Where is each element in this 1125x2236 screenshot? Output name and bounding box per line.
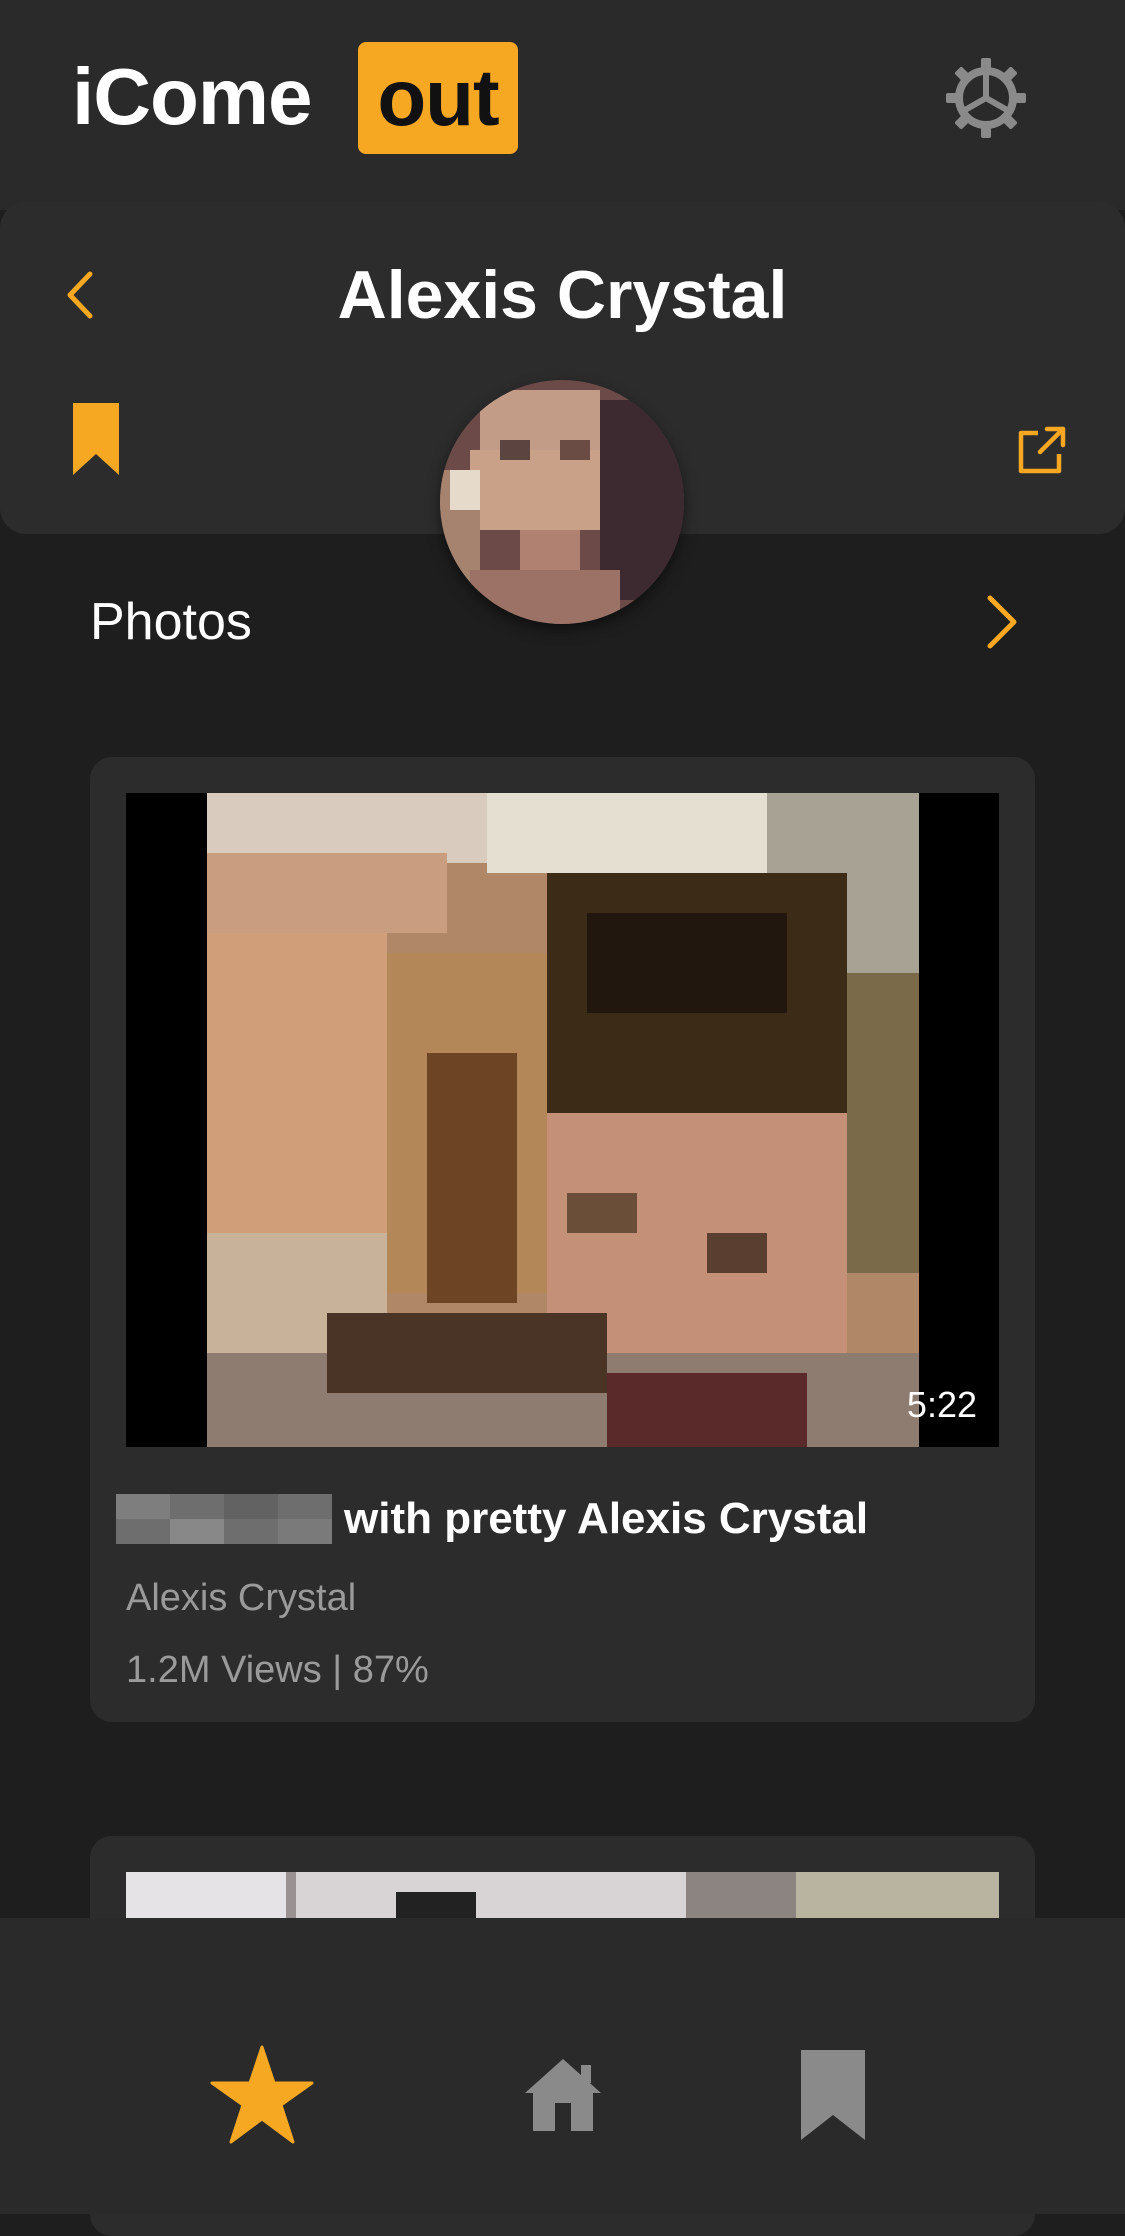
censor-bar bbox=[116, 1494, 332, 1544]
external-link-icon bbox=[1018, 426, 1066, 474]
profile-name: Alexis Crystal bbox=[337, 257, 788, 333]
video-thumbnail[interactable]: 5:22 bbox=[126, 793, 999, 1447]
video-title: with pretty Alexis Crystal bbox=[344, 1494, 869, 1543]
logo-badge: out bbox=[358, 42, 518, 154]
video-performer[interactable]: Alexis Crystal bbox=[126, 1573, 356, 1623]
share-button[interactable] bbox=[1016, 424, 1068, 476]
nav-favorites-button[interactable] bbox=[207, 2040, 317, 2150]
chevron-right-icon bbox=[987, 595, 1017, 649]
avatar bbox=[440, 380, 684, 624]
video-duration: 5:22 bbox=[906, 1384, 977, 1425]
thumbnail-image bbox=[207, 793, 919, 1447]
section-more-button[interactable] bbox=[982, 592, 1022, 652]
home-icon bbox=[525, 2059, 601, 2131]
video-stats: 1.2M Views | 87% bbox=[126, 1649, 429, 1691]
bookmark-icon bbox=[801, 2050, 865, 2140]
section-title[interactable]: Photos bbox=[90, 590, 252, 654]
star-icon bbox=[210, 2045, 314, 2144]
top-bar: iCome out bbox=[0, 0, 1125, 210]
nav-bookmarks-button[interactable] bbox=[778, 2040, 888, 2150]
video-card[interactable]: 5:22 with pretty Alexis Crystal Alexis C… bbox=[90, 757, 1035, 1722]
gear-icon bbox=[946, 58, 1026, 138]
video-title-row[interactable]: with pretty Alexis Crystal bbox=[116, 1489, 868, 1549]
settings-button[interactable] bbox=[944, 56, 1028, 140]
bookmark-icon bbox=[73, 403, 119, 475]
bookmark-button[interactable] bbox=[70, 400, 122, 478]
logo-text: iCome bbox=[72, 52, 312, 141]
nav-home-button[interactable] bbox=[508, 2040, 618, 2150]
